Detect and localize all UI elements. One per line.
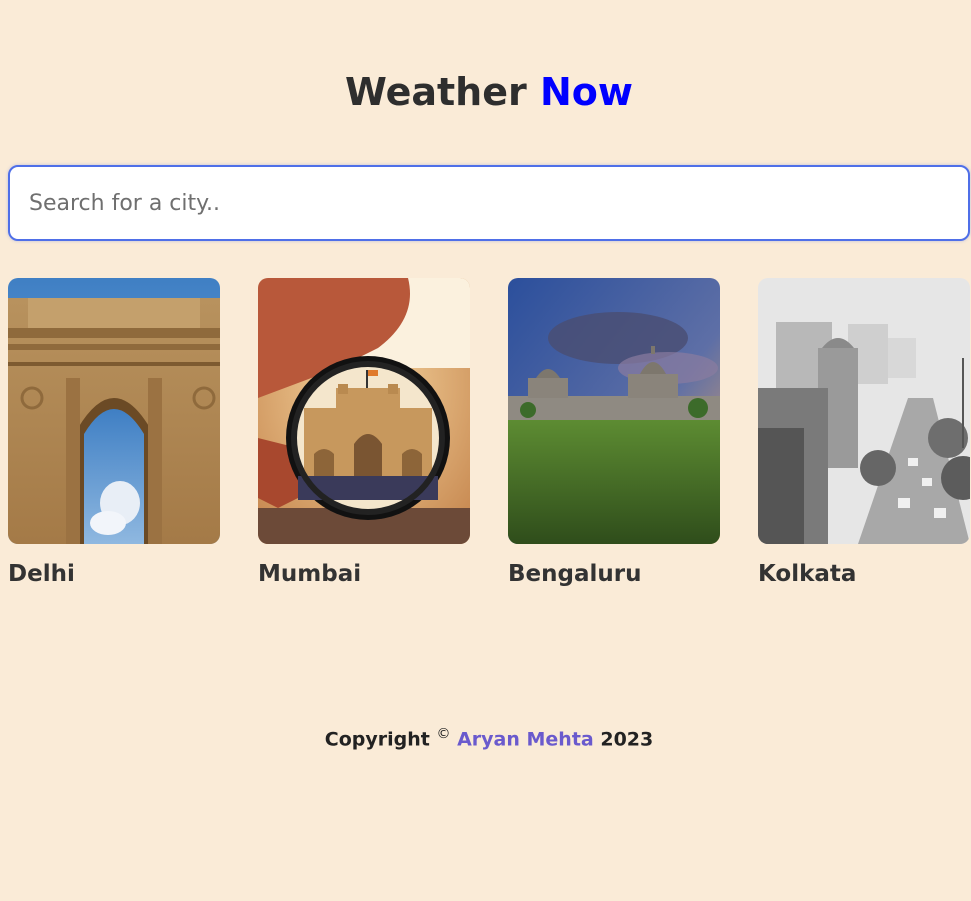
city-search-input[interactable] <box>8 165 970 241</box>
author-link[interactable]: Aryan Mehta <box>457 728 594 750</box>
copyright-label: Copyright <box>324 728 430 751</box>
gateway-of-india-photo[interactable] <box>258 278 470 544</box>
title-main: Weather <box>345 70 527 114</box>
page: Weather Now Search for a city.. Delhi Mu… <box>0 0 971 901</box>
vidhana-soudha-photo[interactable] <box>508 278 720 544</box>
title-accent: Now <box>539 70 633 114</box>
city-card-bengaluru[interactable]: Bengaluru <box>508 278 720 589</box>
copyright-year: 2023 <box>600 728 654 751</box>
city-card-list: Delhi Mumbai Bengaluru Kolkata <box>8 278 971 598</box>
city-name: Mumbai <box>258 561 362 587</box>
copyright-symbol: © <box>436 726 451 742</box>
kolkata-street-photo[interactable] <box>758 278 970 544</box>
city-card-mumbai[interactable]: Mumbai <box>258 278 470 589</box>
city-card-kolkata[interactable]: Kolkata <box>758 278 970 589</box>
footer: Copyright © Aryan Mehta 2023 <box>0 726 971 750</box>
city-name: Bengaluru <box>508 561 642 587</box>
city-card-delhi[interactable]: Delhi <box>8 278 220 589</box>
india-gate-photo[interactable] <box>8 278 220 544</box>
city-name: Kolkata <box>758 561 857 587</box>
city-name: Delhi <box>8 561 75 587</box>
page-title: Weather Now <box>0 66 971 118</box>
